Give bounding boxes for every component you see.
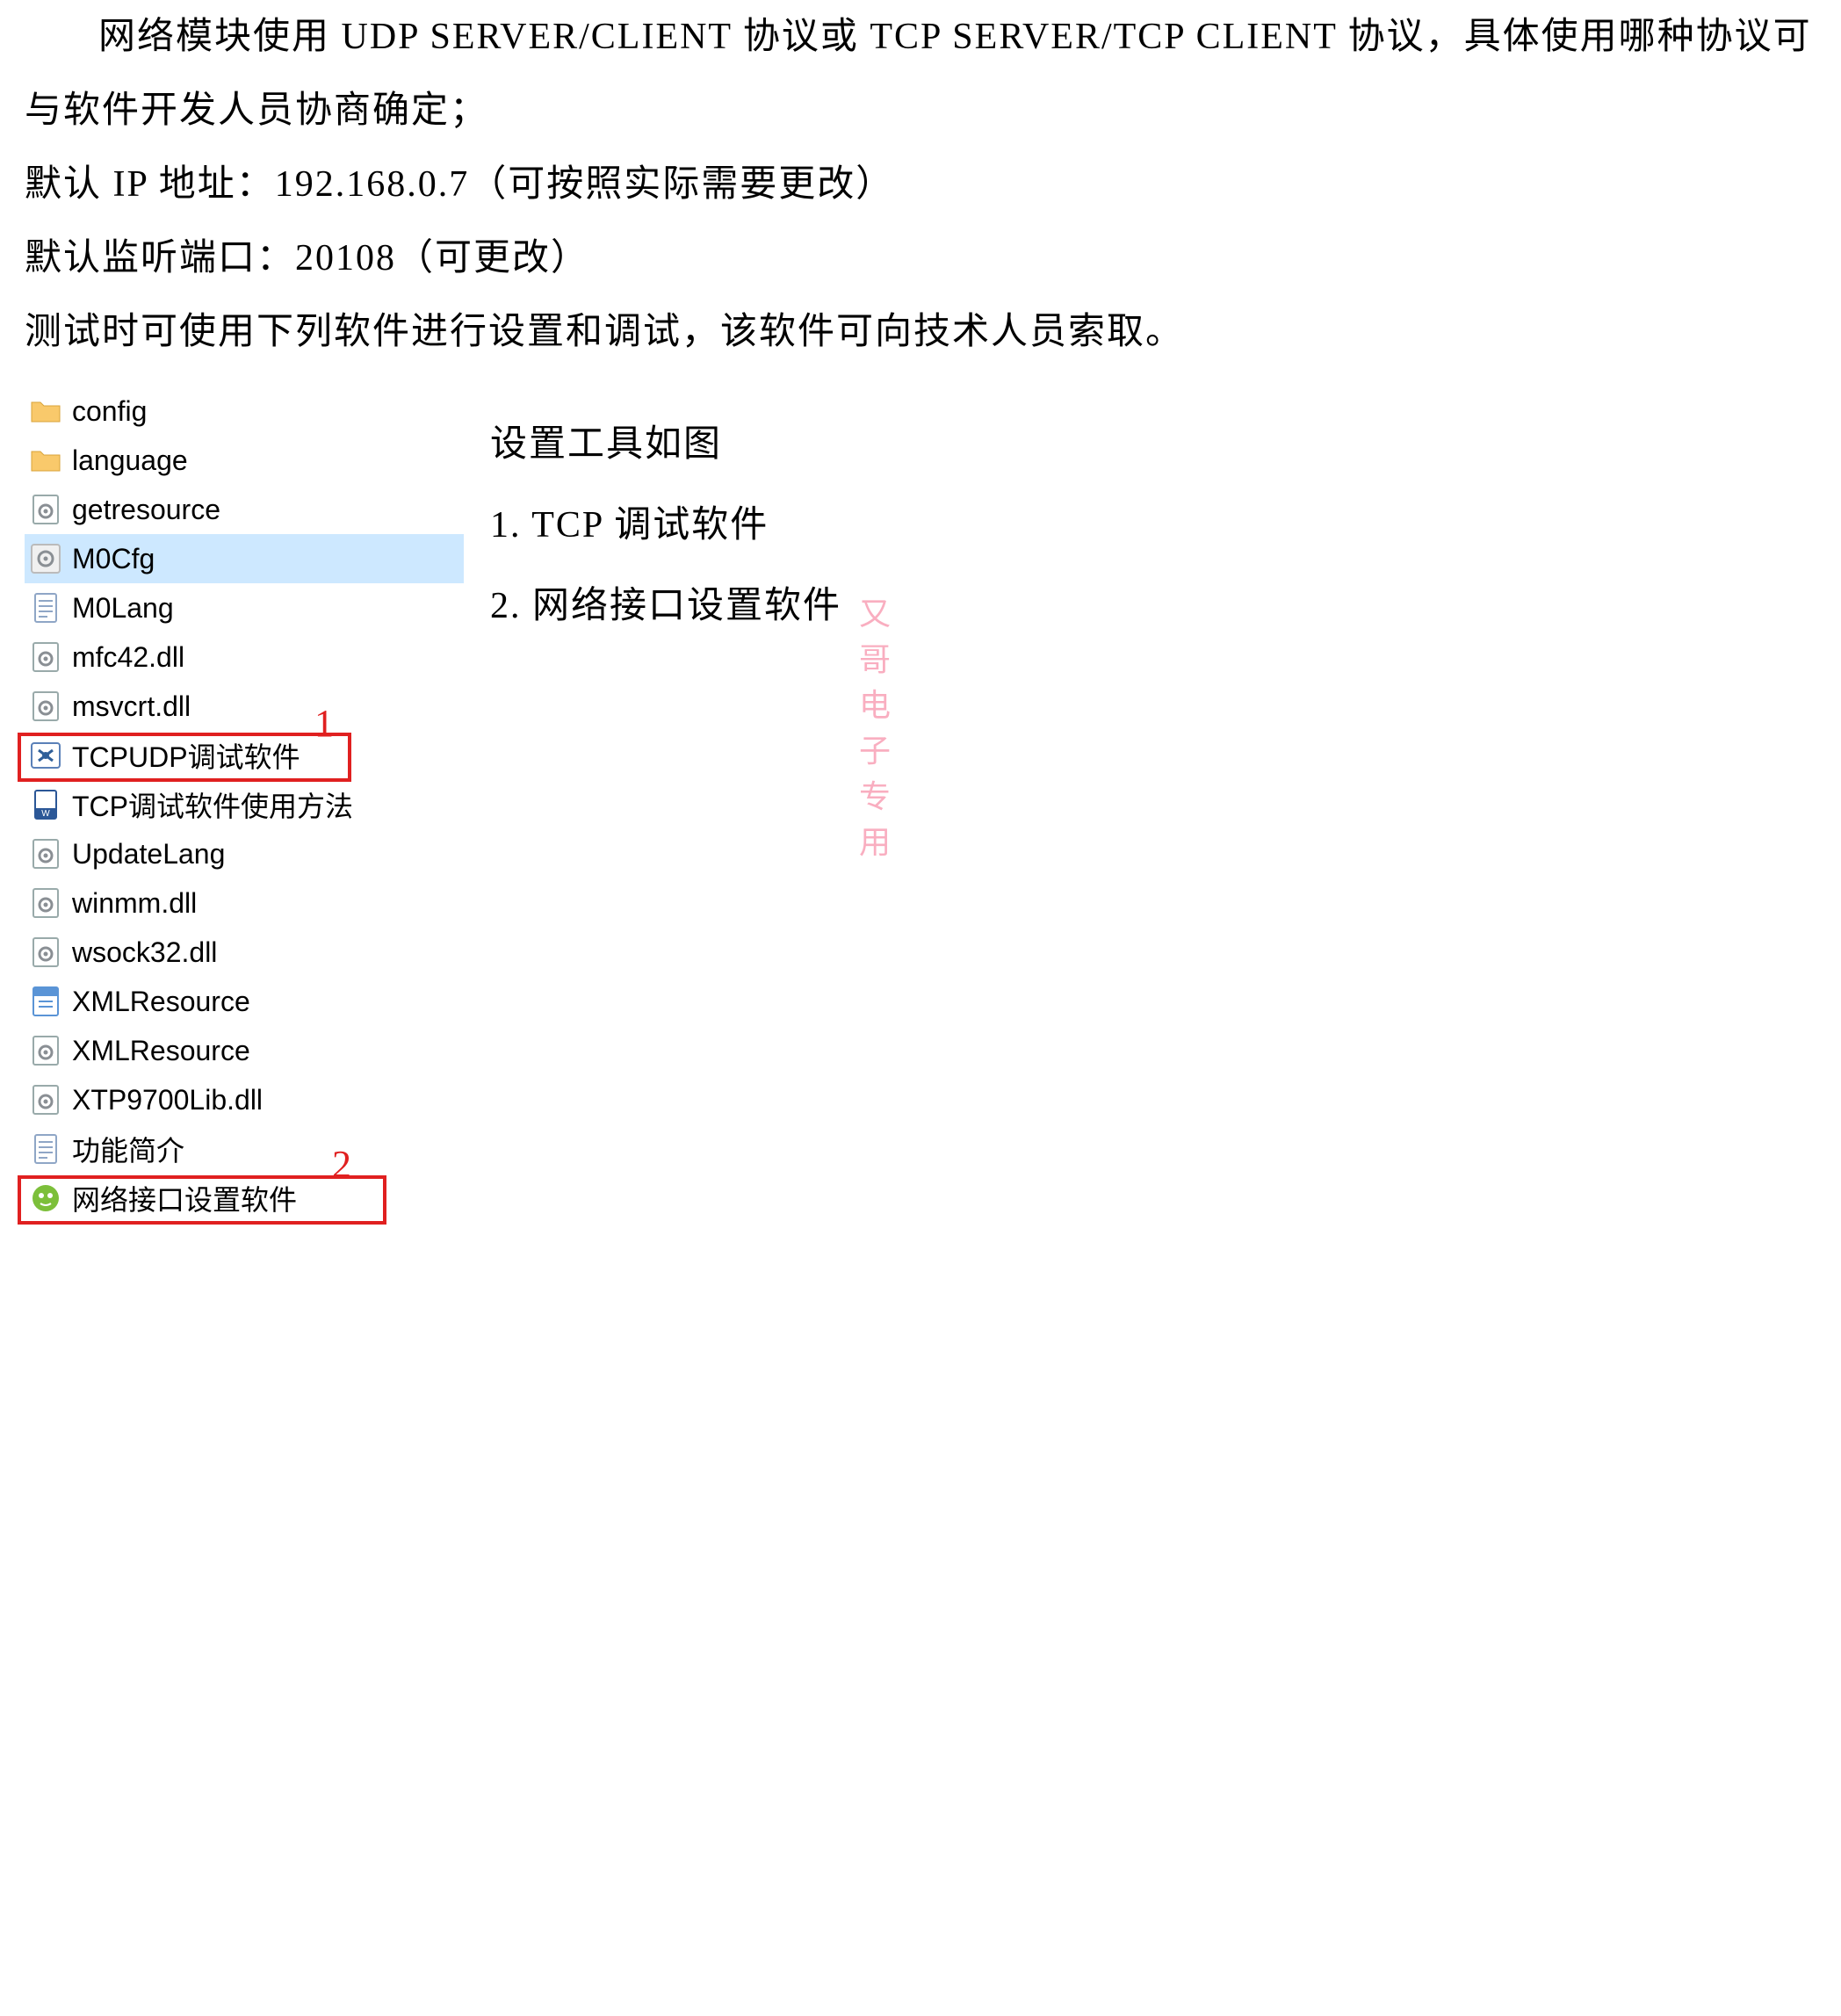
- file-item-label: XMLResource: [72, 986, 250, 1018]
- paragraph-1: 网络模块使用 UDP SERVER/CLIENT 协议或 TCP SERVER/…: [25, 0, 1816, 148]
- file-item-label: wsock32.dll: [72, 936, 217, 969]
- file-item[interactable]: mfc42.dll: [25, 632, 464, 682]
- file-item-label: config: [72, 395, 147, 428]
- paragraph-2: 默认 IP 地址：192.168.0.7（可按照实际需要更改）: [25, 148, 1816, 221]
- file-item-label: winmm.dll: [72, 887, 197, 920]
- file-item[interactable]: msvcrt.dll: [25, 682, 464, 731]
- side-text: 设置工具如图 1. TCP 调试软件 2. 网络接口设置软件 又哥电子专用: [490, 387, 841, 647]
- file-item[interactable]: TCPUDP调试软件: [25, 731, 464, 780]
- file-item-label: XMLResource: [72, 1035, 250, 1067]
- text-file-icon: [30, 592, 61, 624]
- doc-icon: [30, 789, 61, 820]
- gear-file-icon: [30, 690, 61, 722]
- file-item[interactable]: 功能简介: [25, 1124, 464, 1174]
- file-item-label: M0Lang: [72, 592, 174, 625]
- file-item[interactable]: XMLResource: [25, 1026, 464, 1075]
- app-blue-icon: [30, 740, 61, 771]
- paragraph-3: 默认监听端口：20108（可更改）: [25, 221, 1816, 295]
- file-item-label: TCP调试软件使用方法: [72, 784, 353, 825]
- file-item[interactable]: UpdateLang: [25, 829, 464, 878]
- file-item[interactable]: 网络接口设置软件: [25, 1174, 464, 1223]
- text-file-icon: [30, 1133, 61, 1165]
- file-list: 1 2 configlanguagegetresourceM0CfgM0Lang…: [25, 387, 464, 1223]
- gear-file-icon: [30, 1035, 61, 1066]
- xml-file-icon: [30, 986, 61, 1017]
- gear-file-icon: [30, 887, 61, 919]
- file-item-label: TCPUDP调试软件: [72, 735, 300, 776]
- folder-icon: [30, 444, 61, 476]
- file-item-label: 功能简介: [72, 1129, 184, 1169]
- file-item-label: XTP9700Lib.dll: [72, 1084, 263, 1116]
- gear-file-icon: [30, 1084, 61, 1116]
- app-green-icon: [30, 1182, 61, 1214]
- file-item[interactable]: M0Lang: [25, 583, 464, 632]
- file-item[interactable]: XTP9700Lib.dll: [25, 1075, 464, 1124]
- file-item[interactable]: XMLResource: [25, 977, 464, 1026]
- file-item-label: msvcrt.dll: [72, 690, 191, 723]
- file-item[interactable]: winmm.dll: [25, 878, 464, 928]
- watermark: 又哥电子专用: [859, 589, 892, 863]
- file-item-label: language: [72, 444, 188, 477]
- file-item-label: M0Cfg: [72, 543, 155, 575]
- file-item[interactable]: language: [25, 436, 464, 485]
- file-item-label: UpdateLang: [72, 838, 225, 871]
- gear-file-icon: [30, 838, 61, 870]
- side-title: 设置工具如图: [490, 404, 841, 485]
- file-item[interactable]: M0Cfg: [25, 534, 464, 583]
- gear-file-icon: [30, 936, 61, 968]
- gear-file-icon: [30, 494, 61, 525]
- paragraph-4: 测试时可使用下列软件进行设置和调试，该软件可向技术人员索取。: [25, 295, 1816, 369]
- gear-file-icon: [30, 641, 61, 673]
- side-line-1: 1. TCP 调试软件: [490, 485, 841, 566]
- gear-exe-icon: [30, 543, 61, 574]
- folder-icon: [30, 395, 61, 427]
- file-item[interactable]: TCP调试软件使用方法: [25, 780, 464, 829]
- file-item[interactable]: wsock32.dll: [25, 928, 464, 977]
- file-item-label: 网络接口设置软件: [72, 1178, 297, 1218]
- file-item-label: getresource: [72, 494, 220, 526]
- file-item[interactable]: config: [25, 387, 464, 436]
- file-item[interactable]: getresource: [25, 485, 464, 534]
- side-line-2: 2. 网络接口设置软件: [490, 566, 841, 647]
- file-item-label: mfc42.dll: [72, 641, 184, 674]
